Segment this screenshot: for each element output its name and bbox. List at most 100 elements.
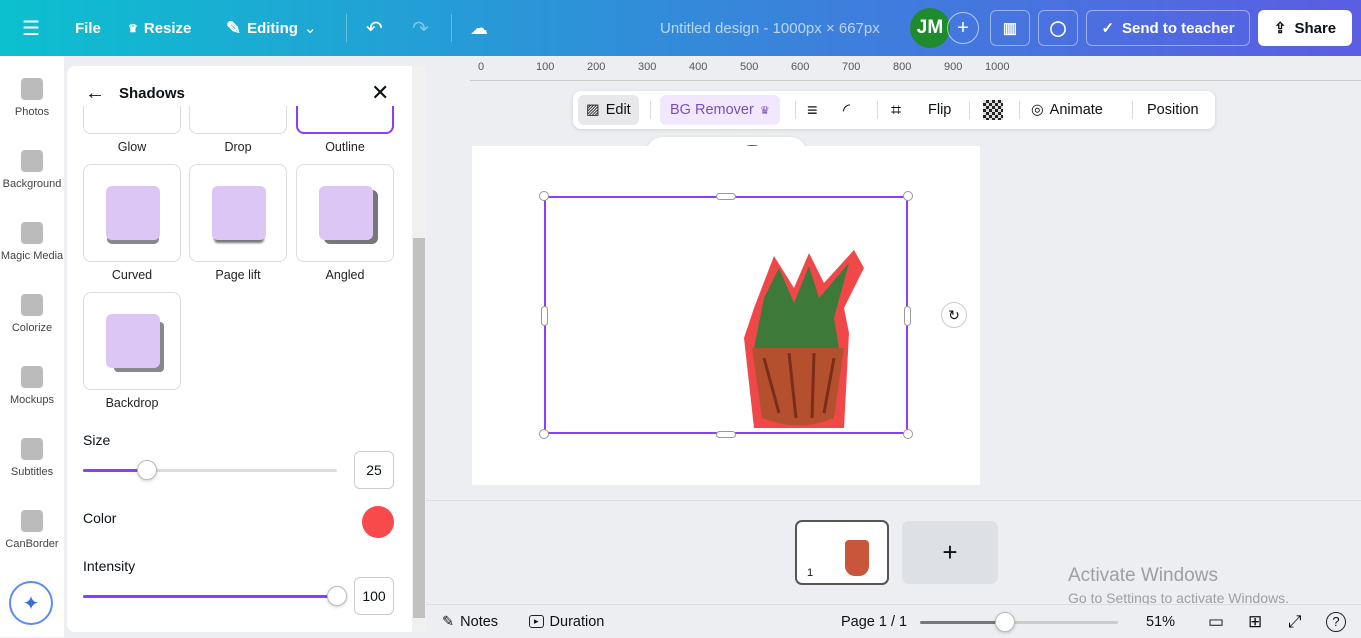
add-page-button[interactable]: + <box>902 521 998 584</box>
animate-icon: ◎ <box>1031 102 1044 118</box>
rail-item-canborder[interactable]: CanBorder <box>0 510 64 550</box>
rail-item-magic-media[interactable]: Magic Media <box>0 222 64 262</box>
chevron-down-icon: ⌄ <box>303 20 317 37</box>
watermark-title: Activate Windows <box>1068 565 1218 586</box>
flip-button[interactable]: Flip <box>928 91 951 129</box>
help-button[interactable]: ? <box>1326 605 1346 638</box>
color-label: Color <box>83 510 117 526</box>
menu-icon[interactable]: ☰ <box>22 0 40 56</box>
duration-label: Duration <box>549 613 605 630</box>
effect-label: Drop <box>224 140 252 154</box>
effect-drop[interactable] <box>189 106 287 134</box>
rail-item-subtitles[interactable]: Subtitles <box>0 438 64 478</box>
ruler-tick: 200 <box>587 61 606 73</box>
grid-view-icon[interactable]: ⊞ <box>1248 605 1262 638</box>
design-title[interactable]: Untitled design - 1000px × 667px <box>660 0 880 56</box>
size-label: Size <box>83 432 111 448</box>
effect-angled[interactable] <box>296 164 394 262</box>
intensity-slider-handle[interactable] <box>327 586 347 606</box>
zoom-level[interactable]: 51% <box>1146 605 1175 638</box>
ruler-tick: 600 <box>791 61 810 73</box>
resize-handle[interactable] <box>904 306 911 326</box>
animate-button[interactable]: ◎ Animate <box>1031 91 1103 129</box>
effect-label: Backdrop <box>105 396 159 410</box>
zoom-slider[interactable] <box>920 612 1118 632</box>
rail-item-colorize[interactable]: Colorize <box>0 294 64 334</box>
back-arrow-icon[interactable]: ← <box>85 82 105 105</box>
effect-outline[interactable] <box>296 106 394 134</box>
resize-button[interactable]: ♛ Resize <box>128 0 191 56</box>
add-collaborator-button[interactable]: + <box>947 12 979 44</box>
color-swatch[interactable] <box>362 506 394 538</box>
zoom-slider-handle[interactable] <box>995 612 1016 632</box>
comment-icon: ◯ <box>1049 20 1067 37</box>
resize-label: Resize <box>143 19 192 37</box>
crown-icon: ♛ <box>128 22 138 35</box>
effect-glow[interactable] <box>83 106 181 134</box>
share-button[interactable]: ⇪ Share <box>1258 10 1352 46</box>
page-indicator[interactable]: Page 1 / 1 <box>841 605 907 638</box>
pencil-icon: ✎ <box>226 17 242 38</box>
undo-icon[interactable]: ↶ <box>366 0 383 56</box>
redo-icon[interactable]: ↷ <box>412 0 429 56</box>
file-menu[interactable]: File <box>75 0 101 56</box>
fullscreen-icon[interactable]: ⤢ <box>1288 605 1302 638</box>
page-number: 1 <box>807 567 814 579</box>
effect-curved[interactable] <box>83 164 181 262</box>
position-button[interactable]: Position <box>1147 91 1199 129</box>
resize-handle[interactable] <box>903 191 913 201</box>
crop-icon[interactable]: ⌗ <box>891 91 901 129</box>
effect-page-lift[interactable] <box>189 164 287 262</box>
size-slider[interactable] <box>83 460 337 480</box>
resize-handle[interactable] <box>541 306 548 326</box>
comment-button[interactable]: ◯ <box>1038 10 1078 46</box>
rotate-icon[interactable]: ↻ <box>941 302 967 328</box>
send-to-teacher-button[interactable]: ✓ Send to teacher <box>1086 10 1250 46</box>
transparency-icon[interactable] <box>983 91 1003 129</box>
resize-handle[interactable] <box>716 431 736 438</box>
size-slider-handle[interactable] <box>136 460 157 480</box>
rail-label: CanBorder <box>5 538 59 550</box>
intensity-slider[interactable] <box>83 586 347 606</box>
corner-rounding-icon[interactable]: ◜ <box>843 91 850 129</box>
scrollbar-thumb[interactable] <box>413 238 425 618</box>
size-value[interactable]: 25 <box>354 451 394 489</box>
upload-icon: ⇪ <box>1273 20 1287 37</box>
rail-label: Photos <box>14 106 50 118</box>
magic-assistant-button[interactable]: ✦ <box>9 581 53 625</box>
effect-label: Angled <box>325 268 365 282</box>
share-label: Share <box>1294 19 1337 37</box>
bottom-bar: ✎ Notes ▸ Duration Page 1 / 1 51% ▭ ⊞ ⤢ ? <box>426 604 1361 637</box>
rail-item-background[interactable]: Background <box>0 150 64 190</box>
insights-button[interactable]: ▥ <box>990 10 1030 46</box>
avatar[interactable]: JM <box>910 8 950 48</box>
edit-button[interactable]: ▨ Edit <box>578 95 639 125</box>
duration-button[interactable]: ▸ Duration <box>529 605 604 638</box>
cloud-save-icon[interactable]: ☁ <box>470 0 488 56</box>
photos-icon <box>21 78 43 100</box>
resize-handle[interactable] <box>903 429 913 439</box>
rail-item-mockups[interactable]: Mockups <box>0 366 64 406</box>
page-thumbnail[interactable]: 1 <box>795 520 889 585</box>
intensity-value[interactable]: 100 <box>354 577 394 615</box>
image-edit-icon: ▨ <box>586 102 600 118</box>
notes-button[interactable]: ✎ Notes <box>442 605 498 638</box>
background-icon <box>21 150 43 172</box>
resize-handle[interactable] <box>539 429 549 439</box>
mockups-icon <box>21 366 43 388</box>
border-style-icon[interactable]: ≡ <box>807 91 818 129</box>
intensity-slider-fill <box>83 595 337 598</box>
close-icon[interactable]: ✕ <box>371 80 389 106</box>
ruler-tick: 1000 <box>985 61 1010 73</box>
ruler-tick: 400 <box>689 61 708 73</box>
panel-scrollbar[interactable] <box>412 66 426 632</box>
resize-handle[interactable] <box>716 193 736 200</box>
selection-box[interactable] <box>544 196 908 434</box>
bg-remover-button[interactable]: BG Remover ♛ <box>660 95 780 125</box>
page-view-icon[interactable]: ▭ <box>1208 605 1224 638</box>
rail-item-photos[interactable]: Photos <box>0 78 64 118</box>
effect-backdrop[interactable] <box>83 292 181 390</box>
resize-handle[interactable] <box>539 191 549 201</box>
editing-dropdown[interactable]: ✎ Editing ⌄ <box>226 0 317 56</box>
effect-label: Curved <box>111 268 153 282</box>
